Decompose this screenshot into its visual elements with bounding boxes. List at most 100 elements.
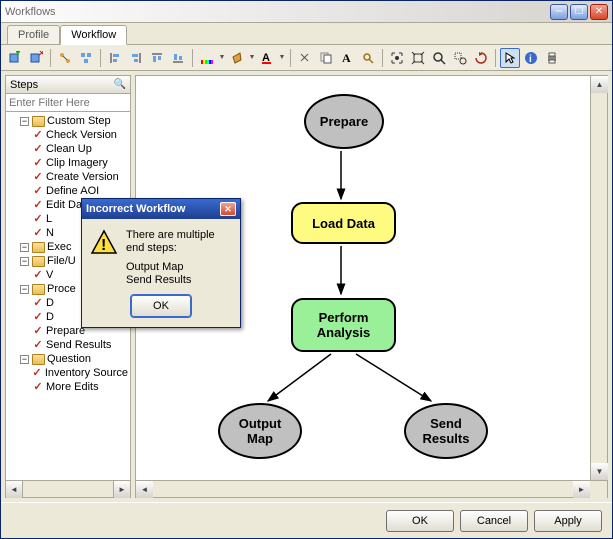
node-load-data[interactable]: Load Data	[291, 202, 396, 244]
tree-label: Create Version	[46, 170, 119, 184]
scroll-right-icon[interactable]: ►	[573, 481, 590, 498]
minimize-button[interactable]: ─	[550, 4, 568, 20]
toolbar-pointer-icon[interactable]	[500, 48, 520, 68]
tree-step[interactable]: ✓Clean Up	[8, 142, 128, 156]
dialog-title: Incorrect Workflow	[86, 203, 185, 215]
tree-label: Define AOI	[46, 184, 99, 198]
scroll-down-icon[interactable]: ▼	[591, 463, 608, 480]
dialog-close-button[interactable]: ✕	[220, 202, 236, 216]
separator-icon	[100, 49, 101, 67]
ok-button[interactable]: OK	[386, 510, 454, 532]
toolbar-zoom-icon[interactable]	[429, 48, 449, 68]
folder-icon	[32, 242, 45, 253]
tree-label: Clip Imagery	[46, 156, 108, 170]
tree-step[interactable]: ✓More Edits	[8, 380, 128, 394]
tree-step[interactable]: ✓Define AOI	[8, 184, 128, 198]
toolbar-print-icon[interactable]	[542, 48, 562, 68]
tab-profile[interactable]: Profile	[7, 25, 60, 44]
toolbar-delete-icon[interactable]: ✕	[26, 48, 46, 68]
toolbar-text-color-icon[interactable]: A	[257, 48, 277, 68]
tree-step[interactable]: ✓Send Results	[8, 338, 128, 352]
toolbar-spectrum-icon[interactable]	[197, 48, 217, 68]
check-icon: ✓	[32, 172, 44, 183]
filter-input[interactable]	[6, 94, 130, 111]
node-prepare[interactable]: Prepare	[304, 94, 384, 149]
folder-icon	[32, 116, 45, 127]
dialog-ok-button[interactable]: OK	[131, 295, 191, 317]
toolbar-multi-icon[interactable]	[76, 48, 96, 68]
close-button[interactable]: ✕	[590, 4, 608, 20]
tree-label: Check Version	[46, 128, 117, 142]
tabstrip: Profile Workflow	[1, 23, 612, 45]
toolbar-connect-icon[interactable]	[55, 48, 75, 68]
expand-icon[interactable]: −	[20, 285, 29, 294]
expand-icon[interactable]: −	[20, 243, 29, 252]
toolbar-paste-icon[interactable]: A	[337, 48, 357, 68]
dialog-titlebar[interactable]: Incorrect Workflow ✕	[82, 199, 240, 219]
svg-text:!: !	[101, 237, 106, 254]
tree-folder[interactable]: −Question	[8, 352, 128, 366]
horizontal-scrollbar: ◄ ►	[136, 480, 607, 497]
scroll-left-icon[interactable]: ◄	[6, 481, 23, 498]
toolbar-cut-icon[interactable]	[295, 48, 315, 68]
toolbar-fill-icon[interactable]	[227, 48, 247, 68]
scroll-right-icon[interactable]: ►	[113, 481, 130, 498]
search-icon[interactable]: 🔍	[114, 79, 126, 90]
expand-icon[interactable]: −	[20, 117, 29, 126]
tree-label: Proce	[47, 282, 76, 296]
cancel-button[interactable]: Cancel	[460, 510, 528, 532]
tree-step[interactable]: ✓Inventory Source	[8, 366, 128, 380]
toolbar-align-right-icon[interactable]	[126, 48, 146, 68]
scroll-up-icon[interactable]: ▲	[591, 76, 608, 93]
toolbar-align-left-icon[interactable]	[105, 48, 125, 68]
maximize-button[interactable]: ☐	[570, 4, 588, 20]
chevron-down-icon[interactable]: ▼	[278, 48, 286, 68]
tree-label: Custom Step	[47, 114, 111, 128]
svg-text:✕: ✕	[38, 51, 43, 58]
expand-icon[interactable]: −	[20, 355, 29, 364]
tree-step[interactable]: ✓Create Version	[8, 170, 128, 184]
toolbar-align-top-icon[interactable]	[147, 48, 167, 68]
node-send-results[interactable]: Send Results	[404, 403, 488, 459]
folder-icon	[32, 354, 45, 365]
toolbar-align-bottom-icon[interactable]	[168, 48, 188, 68]
error-dialog: Incorrect Workflow ✕ ! There are multipl…	[81, 198, 241, 328]
toolbar: ✕ ▼ ▼ A ▼ A i	[1, 45, 612, 71]
check-icon: ✓	[32, 228, 44, 239]
scroll-left-icon[interactable]: ◄	[136, 481, 153, 498]
tree-label: L	[46, 212, 52, 226]
tree-folder[interactable]: − Custom Step	[8, 114, 128, 128]
steps-header: Steps 🔍	[6, 76, 130, 94]
toolbar-find-icon[interactable]	[358, 48, 378, 68]
check-icon: ✓	[31, 368, 43, 379]
steps-title: Steps	[10, 79, 38, 91]
toolbar-refresh-icon[interactable]	[471, 48, 491, 68]
window-title: Workflows	[5, 6, 550, 18]
tree-label: D	[46, 296, 54, 310]
node-perform-analysis[interactable]: Perform Analysis	[291, 298, 396, 352]
separator-icon	[290, 49, 291, 67]
toolbar-copy-icon[interactable]	[316, 48, 336, 68]
node-output-map[interactable]: Output Map	[218, 403, 302, 459]
filter-box	[6, 94, 130, 112]
folder-icon	[32, 284, 45, 295]
vertical-scrollbar: ▲ ▼	[590, 76, 607, 480]
separator-icon	[50, 49, 51, 67]
tree-label: Send Results	[46, 338, 111, 352]
toolbar-info-icon[interactable]: i	[521, 48, 541, 68]
check-icon: ✓	[32, 144, 44, 155]
toolbar-fullscreen-icon[interactable]	[408, 48, 428, 68]
toolbar-fit-icon[interactable]	[387, 48, 407, 68]
check-icon: ✓	[32, 214, 44, 225]
apply-button[interactable]: Apply	[534, 510, 602, 532]
expand-icon[interactable]: −	[20, 257, 29, 266]
tree-label: File/U	[47, 254, 76, 268]
toolbar-region-icon[interactable]	[450, 48, 470, 68]
tree-step[interactable]: ✓Check Version	[8, 128, 128, 142]
chevron-down-icon[interactable]: ▼	[248, 48, 256, 68]
tab-workflow[interactable]: Workflow	[60, 25, 127, 45]
toolbar-add-step-icon[interactable]	[5, 48, 25, 68]
tree-label: V	[46, 268, 53, 282]
chevron-down-icon[interactable]: ▼	[218, 48, 226, 68]
tree-step[interactable]: ✓Clip Imagery	[8, 156, 128, 170]
